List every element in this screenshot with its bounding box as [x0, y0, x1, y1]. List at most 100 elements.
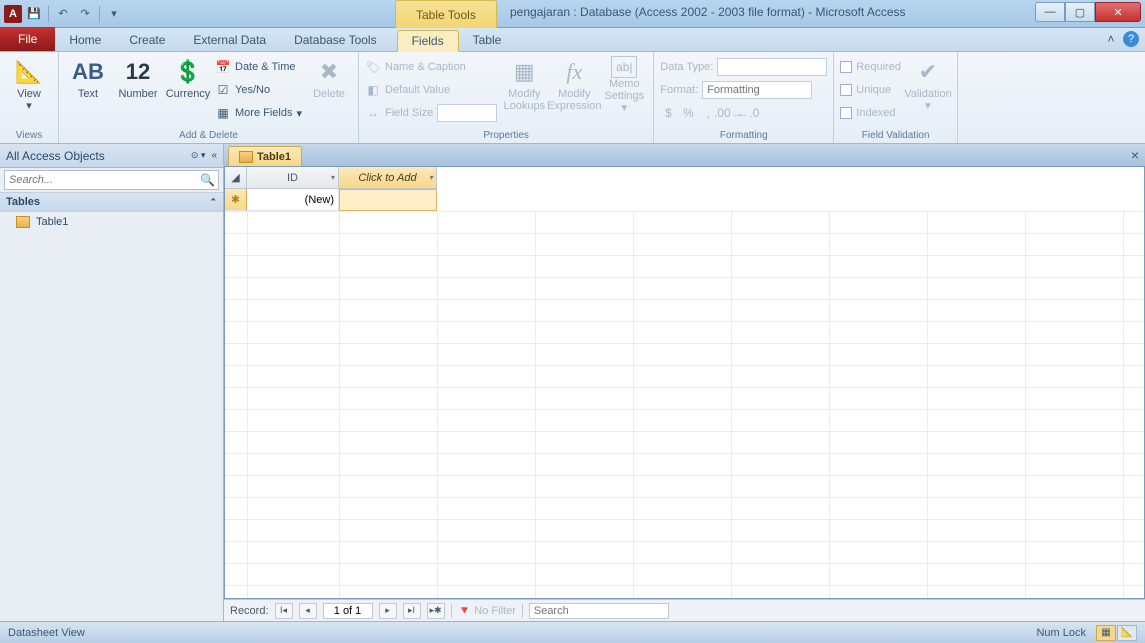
datetime-field-button[interactable]: 📅Date & Time — [215, 56, 302, 78]
column-header-add[interactable]: Click to Add▾ — [339, 167, 437, 189]
modify-lookups-button: ▦ Modify Lookups — [501, 54, 547, 112]
nav-collapse-icon[interactable]: « — [211, 150, 217, 161]
text-ab-icon: AB — [72, 56, 104, 88]
first-record-button[interactable]: I◂ — [275, 603, 293, 619]
window-controls: — ▢ ✕ — [1035, 2, 1141, 22]
collapse-group-icon[interactable]: ⌃ — [209, 197, 217, 208]
group-field-validation: Required Unique Indexed ✔ Validation▾ Fi… — [834, 52, 958, 143]
maximize-button[interactable]: ▢ — [1065, 2, 1095, 22]
select-all-cell[interactable]: ◢ — [225, 167, 247, 189]
more-fields-button[interactable]: ▦More Fields ▾ — [215, 102, 302, 124]
view-button[interactable]: 📐 View▾ — [6, 54, 52, 112]
view-switcher: ▦ 📐 — [1096, 625, 1137, 641]
next-record-button[interactable]: ▸ — [379, 603, 397, 619]
checkbox-icon — [840, 107, 852, 119]
text-field-button[interactable]: AB Text — [65, 54, 111, 100]
datasheet-view-button[interactable]: ▦ — [1096, 625, 1116, 641]
nav-search-input[interactable] — [4, 170, 219, 190]
datasheet-grid[interactable]: ◢ ID▾ Click to Add▾ ✱ (New) — [224, 166, 1145, 599]
table-icon — [16, 216, 30, 228]
record-label: Record: — [230, 605, 269, 617]
nav-group-tables[interactable]: Tables ⌃ — [0, 192, 223, 212]
minimize-ribbon-icon[interactable]: ˄ — [1103, 31, 1119, 47]
prev-record-button[interactable]: ◂ — [299, 603, 317, 619]
design-view-button[interactable]: 📐 — [1117, 625, 1137, 641]
group-label-formatting: Formatting — [660, 128, 827, 143]
cell-add-new[interactable] — [339, 189, 437, 211]
field-size-input — [437, 104, 497, 122]
format-select — [702, 81, 812, 99]
grid-new-row[interactable]: ✱ (New) — [225, 189, 1144, 211]
record-navigator: Record: I◂ ◂ ▸ ▸I ▸✱ 🔻 No Filter — [224, 599, 1145, 621]
tab-create[interactable]: Create — [115, 29, 179, 51]
close-button[interactable]: ✕ — [1095, 2, 1141, 22]
format-row: Format: — [660, 79, 827, 101]
qat-separator — [48, 6, 49, 22]
group-views: 📐 View▾ Views — [0, 52, 59, 143]
nav-pane-title: All Access Objects — [6, 149, 191, 163]
group-label-views: Views — [6, 128, 52, 143]
save-icon[interactable]: 💾 — [24, 4, 44, 24]
currency-icon: 💲 — [172, 56, 204, 88]
tab-external-data[interactable]: External Data — [179, 29, 280, 51]
close-document-icon[interactable]: × — [1131, 147, 1139, 163]
ribbon: 📐 View▾ Views AB Text 12 Number 💲 Curren… — [0, 52, 1145, 144]
number-format-buttons: $ % , .00→ ←.0 — [660, 102, 827, 124]
indexed-checkbox: Indexed — [840, 102, 901, 124]
file-tab[interactable]: File — [0, 27, 55, 51]
tab-home[interactable]: Home — [55, 29, 115, 51]
tab-database-tools[interactable]: Database Tools — [280, 29, 391, 51]
column-dropdown-icon[interactable]: ▾ — [331, 173, 335, 182]
currency-format-icon: $ — [660, 105, 676, 121]
column-header-id[interactable]: ID▾ — [247, 167, 339, 189]
column-dropdown-icon[interactable]: ▾ — [429, 173, 433, 182]
modify-expression-button: fx Modify Expression — [551, 54, 597, 112]
group-label-add-delete: Add & Delete — [65, 128, 352, 143]
minimize-button[interactable]: — — [1035, 2, 1065, 22]
memo-icon: ab| — [611, 56, 637, 78]
ribbon-tab-strip: File Home Create External Data Database … — [0, 28, 1145, 52]
new-record-button[interactable]: ▸✱ — [427, 603, 445, 619]
name-caption-button: 🏷Name & Caption — [365, 56, 497, 78]
tab-fields[interactable]: Fields — [397, 30, 459, 52]
context-tool-label: Table Tools — [395, 0, 497, 28]
tab-table[interactable]: Table — [459, 29, 516, 51]
tag-icon: 🏷 — [365, 59, 381, 75]
decrease-decimals-icon: ←.0 — [740, 105, 756, 121]
cell-id-new[interactable]: (New) — [247, 189, 339, 211]
number-12-icon: 12 — [122, 56, 154, 88]
separator — [451, 604, 452, 618]
data-type-select — [717, 58, 827, 76]
group-label-properties: Properties — [365, 128, 647, 143]
document-tab-table1[interactable]: Table1 — [228, 146, 302, 166]
field-size-row: ↔Field Size — [365, 102, 497, 124]
validation-icon: ✔ — [912, 56, 944, 88]
default-icon: ◧ — [365, 82, 381, 98]
data-type-row: Data Type: — [660, 56, 827, 78]
undo-icon[interactable]: ↶ — [53, 4, 73, 24]
qat-customize-icon[interactable]: ▾ — [104, 4, 124, 24]
delete-field-button: ✖ Delete — [306, 54, 352, 100]
group-label-validation: Field Validation — [840, 128, 951, 143]
numlock-label: Num Lock — [1036, 627, 1086, 639]
last-record-button[interactable]: ▸I — [403, 603, 421, 619]
grid-background — [225, 211, 1144, 598]
group-formatting: Data Type: Format: $ % , .00→ ←.0 Format… — [654, 52, 834, 143]
search-icon[interactable]: 🔍 — [200, 173, 215, 187]
nav-pane-header[interactable]: All Access Objects ⊙ ▾ « — [0, 144, 223, 168]
separator — [522, 604, 523, 618]
access-app-icon[interactable]: A — [4, 5, 22, 23]
main-area: All Access Objects ⊙ ▾ « 🔍 Tables ⌃ Tabl… — [0, 144, 1145, 621]
record-search-input[interactable] — [529, 603, 669, 619]
record-position-input[interactable] — [323, 603, 373, 619]
calendar-icon: 📅 — [215, 59, 231, 75]
help-icon[interactable]: ? — [1123, 31, 1139, 47]
row-selector-new[interactable]: ✱ — [225, 189, 247, 211]
currency-field-button[interactable]: 💲 Currency — [165, 54, 211, 100]
nav-item-table1[interactable]: Table1 — [0, 212, 223, 232]
number-field-button[interactable]: 12 Number — [115, 54, 161, 100]
percent-format-icon: % — [680, 105, 696, 121]
nav-dropdown-icon[interactable]: ⊙ ▾ — [191, 150, 206, 161]
yesno-field-button[interactable]: ☑Yes/No — [215, 79, 302, 101]
redo-icon[interactable]: ↷ — [75, 4, 95, 24]
